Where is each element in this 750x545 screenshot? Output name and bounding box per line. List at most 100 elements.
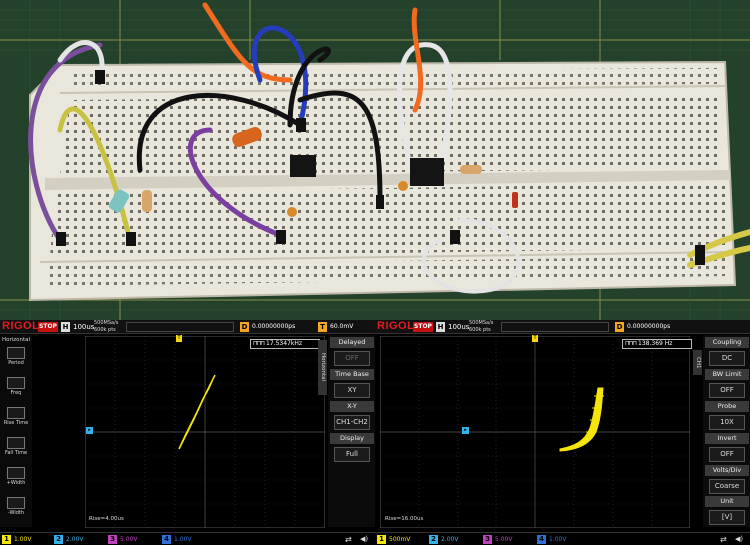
trigger-status-box	[501, 322, 609, 332]
menu-title: Probe	[705, 401, 749, 412]
scope-screen-left: RIGOL STOP H 100us 500MSa/s 600k pts D 0…	[0, 320, 375, 545]
ch2-badge[interactable]: 2	[54, 535, 63, 544]
menu-coupling[interactable]: Coupling DC	[705, 337, 749, 368]
ch2-scale: 2.00V	[66, 536, 84, 543]
run-status-badge[interactable]: STOP	[413, 322, 433, 332]
frequency-value: 138.369 Hz	[638, 340, 673, 347]
ch3-scale: 5.00V	[120, 536, 138, 543]
delay-label: D	[240, 322, 249, 332]
menu-title: Delayed	[330, 337, 374, 348]
menu-title: Coupling	[705, 337, 749, 348]
delay-offset-value: 0.00000000ps	[627, 323, 671, 330]
pos-width-icon	[7, 467, 25, 479]
measure-period[interactable]: Period	[2, 347, 30, 369]
menu-title: Unit	[705, 496, 749, 507]
timebase-value: 100us	[448, 323, 470, 331]
waveform-grid	[85, 336, 325, 528]
menu-value: CH1-CH2	[334, 415, 370, 430]
sample-rate: 500MSa/s 600k pts	[469, 320, 493, 333]
rise-time-measurement: Rise=4.00us	[89, 516, 124, 522]
ch1-menu-tab[interactable]: CH1	[693, 350, 702, 375]
sample-rate: 500MSa/s 600k pts	[94, 320, 118, 333]
ch4-badge[interactable]: 4	[537, 535, 546, 544]
run-status-badge[interactable]: STOP	[38, 322, 58, 332]
ch3-scale: 5.00V	[495, 536, 513, 543]
menu-xy[interactable]: X-Y CH1-CH2	[330, 401, 374, 432]
usb-icon: ⇄	[720, 535, 727, 544]
delay-label: D	[615, 322, 624, 332]
menu-title: Invert	[705, 433, 749, 444]
ch4-badge[interactable]: 4	[162, 535, 171, 544]
menu-title: BW Limit	[705, 369, 749, 380]
scope-top-bar: RIGOL STOP H 100us 500MSa/s 600k pts D 0…	[0, 320, 375, 334]
neg-width-icon	[7, 497, 25, 509]
sample-rate-value: 500MSa/s	[469, 320, 494, 326]
menu-title: Volts/Div	[705, 465, 749, 476]
ch1-badge[interactable]: 1	[377, 535, 386, 544]
menu-bw-limit[interactable]: BW Limit OFF	[705, 369, 749, 400]
measure-panel: Horizontal Period Freq Rise Time Fall Ti…	[0, 335, 32, 527]
measure-fall-time[interactable]: Fall Time	[2, 437, 30, 459]
delay-offset-value: 0.00000000ps	[252, 323, 296, 330]
measure-label: -Width	[7, 510, 25, 516]
ch4-scale: 1.00V	[549, 536, 567, 543]
menu-value: Full	[334, 447, 370, 462]
frequency-readout: ⊓⊓⊓ 138.369 Hz	[622, 339, 692, 349]
channel-bar: 1 1.00V 2 2.00V 3 5.00V 4 1.00V ⇄ ◀)	[0, 532, 375, 545]
ch2-badge[interactable]: 2	[429, 535, 438, 544]
menu-delayed[interactable]: Delayed OFF	[330, 337, 374, 368]
menu-value: [V]	[709, 510, 745, 525]
rise-time-measurement: Rise=16.00us	[385, 516, 424, 522]
ch1-badge[interactable]: 1	[2, 535, 11, 544]
sample-rate-value: 500MSa/s	[94, 320, 119, 326]
menu-value: 10X	[709, 415, 745, 430]
measure-label: Fall Time	[4, 450, 28, 456]
horizontal-menu-tab[interactable]: Horizontal	[318, 340, 327, 395]
ch1-offset-marker[interactable]: ▸	[462, 427, 469, 434]
menu-value: XY	[334, 383, 370, 398]
measure-rise-time[interactable]: Rise Time	[2, 407, 30, 429]
breadboard-illustration	[0, 0, 750, 320]
menu-value: Coarse	[709, 479, 745, 494]
pulse-icon: ⊓⊓⊓	[625, 340, 637, 347]
menu-title: X-Y	[330, 401, 374, 412]
horizontal-label: H	[436, 322, 445, 332]
brand-logo: RIGOL	[377, 320, 415, 332]
speaker-icon: ◀)	[360, 535, 369, 543]
pulse-icon: ⊓⊓⊓	[253, 340, 265, 347]
trigger-position-marker[interactable]: T	[176, 335, 182, 342]
measure-pos-width[interactable]: +Width	[2, 467, 30, 489]
softkey-menu: Coupling DC BW Limit OFF Probe 10X Inver…	[703, 335, 750, 527]
fall-time-icon	[7, 437, 25, 449]
trigger-label: T	[318, 322, 327, 332]
softkey-menu: Delayed OFF Time Base XY X-Y CH1-CH2 Dis…	[328, 335, 375, 527]
trigger-level-value: 60.0mV	[330, 323, 354, 330]
breadboard-photo	[0, 0, 750, 320]
trigger-position-marker[interactable]: T	[532, 335, 538, 342]
rise-time-icon	[7, 407, 25, 419]
ch3-badge[interactable]: 3	[483, 535, 492, 544]
memory-depth-value: 600k pts	[469, 326, 491, 333]
menu-title: Time Base	[330, 369, 374, 380]
measure-label: Freq	[10, 390, 22, 396]
memory-depth-value: 600k pts	[94, 326, 116, 333]
menu-invert[interactable]: Invert OFF	[705, 433, 749, 464]
ch3-badge[interactable]: 3	[108, 535, 117, 544]
menu-volts-div[interactable]: Volts/Div Coarse	[705, 465, 749, 496]
measure-neg-width[interactable]: -Width	[2, 497, 30, 519]
menu-probe[interactable]: Probe 10X	[705, 401, 749, 432]
frequency-icon	[7, 377, 25, 389]
scope-screen-right: RIGOL STOP H 100us 500MSa/s 600k pts D 0…	[375, 320, 750, 545]
menu-value: DC	[709, 351, 745, 366]
scope-top-bar: RIGOL STOP H 100us 500MSa/s 600k pts D 0…	[375, 320, 750, 334]
menu-value: OFF	[709, 447, 745, 462]
menu-time-base[interactable]: Time Base XY	[330, 369, 374, 400]
measure-freq[interactable]: Freq	[2, 377, 30, 399]
ch2-scale: 2.00V	[441, 536, 459, 543]
menu-display[interactable]: Display Full	[330, 433, 374, 464]
ch1-offset-marker[interactable]: ▸	[86, 427, 93, 434]
ch1-scale: 500mV	[389, 536, 411, 543]
measure-label: Rise Time	[3, 420, 29, 426]
horizontal-label: H	[61, 322, 70, 332]
menu-unit[interactable]: Unit [V]	[705, 496, 749, 527]
